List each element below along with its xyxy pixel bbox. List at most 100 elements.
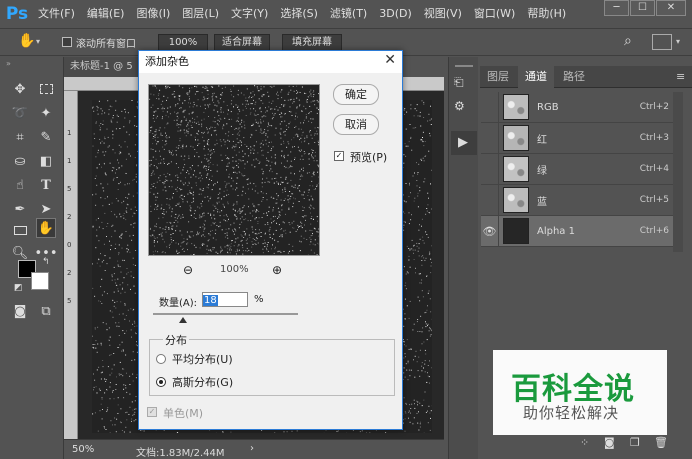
channel-thumbnail — [503, 187, 529, 213]
menu-item-7[interactable]: 3D(D) — [373, 0, 418, 28]
amount-label: 数量(A): — [159, 298, 198, 309]
channel-shortcut: Ctrl+4 — [639, 164, 669, 174]
scroll-all-checkbox[interactable] — [62, 37, 72, 47]
save-selection-icon[interactable]: ◙ — [604, 436, 615, 449]
amount-slider-thumb[interactable] — [179, 317, 187, 323]
hand-tool-icon[interactable]: ✋ — [18, 33, 35, 49]
channel-row[interactable]: 👁 Alpha 1 Ctrl+6 — [481, 215, 673, 247]
close-icon[interactable]: ✕ — [384, 52, 396, 68]
screen-mode-icon[interactable]: ⧉ — [36, 301, 56, 321]
photoshop-logo: Ps — [5, 4, 29, 24]
background-color-swatch[interactable] — [31, 272, 49, 290]
menu-item-6[interactable]: 滤镜(T) — [324, 0, 373, 28]
quick-mask-icon[interactable]: ◙ — [10, 301, 30, 321]
new-channel-icon[interactable]: ❐ — [630, 436, 640, 449]
lasso-tool-icon[interactable]: ➰ — [10, 103, 30, 123]
amount-slider-track[interactable] — [153, 313, 298, 315]
channel-row[interactable]: 红 Ctrl+3 — [481, 122, 673, 154]
ruler-tick-label: 0 — [67, 241, 72, 249]
preview-label: 预览(P) — [350, 151, 388, 164]
uniform-radio[interactable] — [156, 354, 166, 364]
menu-item-9[interactable]: 窗口(W) — [468, 0, 521, 28]
tab-layers[interactable]: 图层 — [480, 66, 516, 88]
panel-tabs: 图层 通道 路径 ≡ — [480, 66, 692, 88]
noise-preview[interactable] — [148, 84, 320, 256]
channel-shortcut: Ctrl+2 — [639, 102, 669, 112]
menu-item-3[interactable]: 图层(L) — [176, 0, 225, 28]
path-select-tool-icon[interactable]: ➤ — [36, 199, 56, 219]
workspace-icon[interactable] — [652, 34, 672, 50]
collapse-tools-icon[interactable]: » — [6, 59, 11, 68]
hand-tool-selected-icon[interactable]: ✋ — [36, 218, 56, 238]
tool-preset-chevron-icon[interactable]: ▾ — [36, 37, 40, 46]
gaussian-label: 高斯分布(G) — [172, 376, 234, 389]
maximize-button[interactable]: ☐ — [630, 0, 655, 16]
channel-thumbnail — [503, 156, 529, 182]
move-tool-icon[interactable]: ✥ — [10, 79, 30, 99]
tab-channels[interactable]: 通道 — [518, 66, 554, 88]
pen-tool-icon[interactable]: ✒ — [10, 199, 30, 219]
ruler-tick-label: 1 — [67, 157, 72, 165]
zoom-in-icon[interactable]: ⊕ — [272, 263, 282, 277]
type-tool-icon[interactable]: T — [36, 175, 56, 195]
search-icon[interactable]: ⌕ — [624, 33, 632, 49]
ok-button[interactable]: 确定 — [333, 84, 379, 105]
visibility-eye-icon[interactable] — [481, 91, 499, 123]
menu-item-0[interactable]: 文件(F) — [32, 0, 81, 28]
menu-item-8[interactable]: 视图(V) — [418, 0, 468, 28]
channel-row[interactable]: 蓝 Ctrl+5 — [481, 184, 673, 216]
marquee-tool-icon[interactable] — [36, 79, 56, 99]
workspace-chevron-icon[interactable]: ▾ — [676, 37, 680, 46]
document-tab[interactable]: 未标题-1 @ 5 — [64, 57, 144, 77]
menu-item-2[interactable]: 图像(I) — [130, 0, 176, 28]
channel-thumbnail — [503, 94, 529, 120]
play-icon: ▶ — [458, 135, 468, 150]
visibility-eye-icon[interactable]: 👁 — [481, 215, 499, 247]
eraser-tool-icon[interactable]: ◧ — [36, 151, 56, 171]
amount-field[interactable]: 18 — [202, 292, 248, 307]
history-icon[interactable]: ⎗ — [454, 75, 464, 90]
channel-row[interactable]: 绿 Ctrl+4 — [481, 153, 673, 185]
stamp-tool-icon[interactable]: ⛀ — [10, 151, 30, 171]
rectangle-tool-icon[interactable] — [10, 220, 30, 240]
gaussian-radio[interactable] — [156, 377, 166, 387]
ruler-tick-label: 5 — [67, 185, 72, 193]
brush-tool-icon[interactable]: ✎ — [36, 127, 56, 147]
smudge-tool-icon[interactable]: ☝ — [10, 175, 30, 195]
zoom-level-field[interactable]: 50% — [72, 444, 94, 455]
close-window-button[interactable]: ✕ — [656, 0, 686, 16]
tab-paths[interactable]: 路径 — [556, 66, 592, 88]
visibility-eye-icon[interactable] — [481, 153, 499, 185]
monochromatic-checkbox[interactable]: ✓ — [147, 407, 157, 417]
visibility-eye-icon[interactable] — [481, 122, 499, 154]
panel-menu-icon[interactable]: ≡ — [676, 70, 685, 83]
visibility-eye-icon[interactable] — [481, 184, 499, 216]
status-bar: 50% 文档:1.83M/2.44M › — [64, 439, 444, 459]
status-arrow-icon[interactable]: › — [250, 443, 254, 454]
cancel-button[interactable]: 取消 — [333, 114, 379, 135]
properties-icon[interactable]: ⚙ — [454, 99, 465, 113]
default-colors-icon[interactable]: ◩ — [14, 283, 23, 293]
panel-scrollbar[interactable] — [673, 92, 683, 252]
magic-wand-tool-icon[interactable]: ✦ — [36, 103, 56, 123]
menu-item-1[interactable]: 编辑(E) — [81, 0, 131, 28]
ruler-tick-label: 2 — [67, 269, 72, 277]
zoom-out-icon[interactable]: ⊖ — [183, 263, 193, 277]
monochromatic-label: 单色(M) — [163, 407, 204, 420]
watermark-subtitle: 助你轻松解决 — [523, 404, 620, 422]
menu-bar: Ps 文件(F) 编辑(E) 图像(I) 图层(L) 文字(Y) 选择(S) 滤镜(T) 3D… — [0, 0, 692, 28]
swap-colors-icon[interactable]: ↰ — [42, 257, 50, 267]
crop-tool-icon[interactable]: ⌗ — [10, 127, 30, 147]
amount-value: 18 — [203, 295, 218, 306]
preview-checkbox[interactable]: ✓ — [334, 151, 344, 161]
channel-row[interactable]: RGB Ctrl+2 — [481, 91, 673, 123]
load-selection-icon[interactable]: ⁘ — [580, 436, 589, 449]
minimize-button[interactable]: ─ — [604, 0, 629, 16]
delete-channel-icon[interactable]: 🗑︎ — [654, 436, 668, 449]
menu-item-5[interactable]: 选择(S) — [274, 0, 324, 28]
distribution-label: 分布 — [163, 332, 189, 348]
menu-item-10[interactable]: 帮助(H) — [521, 0, 572, 28]
amount-unit: % — [254, 294, 264, 305]
menu-item-4[interactable]: 文字(Y) — [225, 0, 274, 28]
ruler-tick-label: 2 — [67, 213, 72, 221]
